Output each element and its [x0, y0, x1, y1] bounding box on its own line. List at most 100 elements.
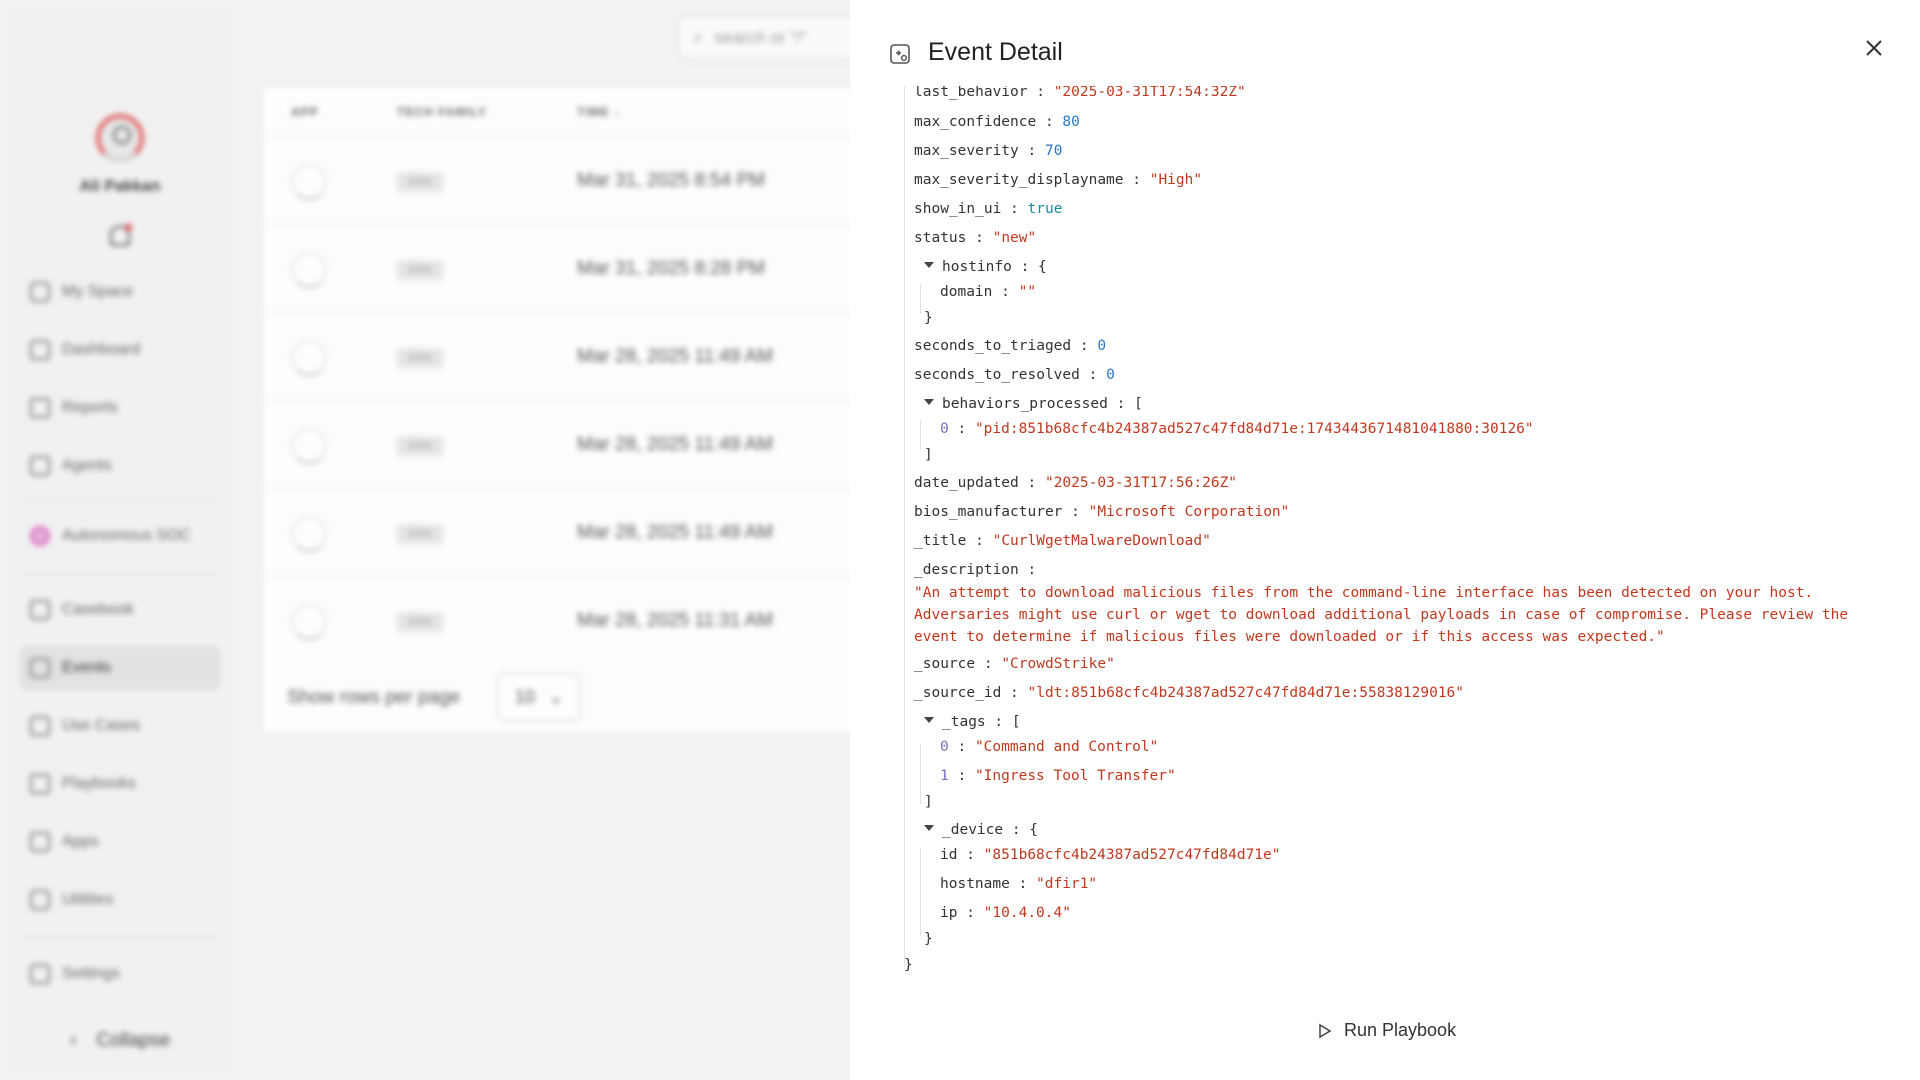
json-line-description-value: "An attempt to download malicious files … — [914, 585, 1849, 645]
json-line-source-id: _source_id : "ldt:851b68cfc4b24387ad527c… — [914, 685, 1465, 701]
chart-icon — [30, 398, 50, 418]
json-close-bracket: ] — [924, 794, 933, 810]
sidebar-divider — [20, 574, 220, 575]
tech-tag: EDR — [397, 348, 443, 368]
json-line-show-in-ui: show_in_ui : true — [914, 201, 1063, 217]
table-row[interactable]: EDR Mar 28, 2025 11:49 AM — [263, 313, 863, 402]
sidebar-item-label: Dashboard — [62, 341, 141, 358]
table-row[interactable]: EDR Mar 28, 2025 11:31 AM — [263, 577, 863, 666]
sidebar-item-label: Reports — [62, 399, 119, 416]
json-line-seconds-to-triaged: seconds_to_triaged : 0 — [914, 338, 1107, 354]
column-header-app[interactable]: APP — [291, 105, 319, 119]
json-line-tags-1: 1 : "Ingress Tool Transfer" — [940, 768, 1176, 784]
event-detail-drawer: Event Detail last_behavior : "2025-03-31… — [850, 0, 1920, 1080]
notification-dot — [125, 224, 132, 231]
app-icon — [291, 252, 327, 288]
user-icon — [113, 126, 131, 144]
json-line-hostinfo-domain: domain : "" — [940, 284, 1037, 300]
table-row[interactable]: EDR Mar 31, 2025 8:54 PM — [263, 137, 863, 226]
hourglass-icon — [30, 600, 50, 620]
json-toggle-behaviors-processed[interactable]: behaviors_processed : [ — [924, 396, 1143, 412]
drawer-header: Event Detail — [850, 0, 1920, 90]
json-toggle-hostinfo[interactable]: hostinfo : { — [924, 259, 1047, 275]
grid-icon — [30, 340, 50, 360]
eye-icon — [30, 526, 50, 546]
collapse-button[interactable]: ‹ Collapse — [70, 1030, 170, 1052]
row-time: Mar 28, 2025 11:31 AM — [577, 610, 774, 631]
inbox-icon — [30, 716, 50, 736]
sidebar-item-casebook[interactable]: Casebook — [20, 588, 220, 632]
json-line-max-severity: max_severity : 70 — [914, 143, 1063, 159]
sidebar-item-label: Utilities — [62, 891, 114, 908]
json-line-behaviors-processed-0: 0 : "pid:851b68cfc4b24387ad527c47fd84d71… — [940, 421, 1534, 437]
app-icon — [291, 428, 327, 464]
json-close-brace: } — [924, 931, 933, 947]
tech-tag: EDR — [397, 436, 443, 456]
avatar[interactable] — [96, 114, 144, 162]
app-icon — [291, 340, 327, 376]
sidebar-item-apps[interactable]: Apps — [20, 820, 220, 864]
column-header-time[interactable]: TIME ↓ — [577, 105, 621, 119]
tech-tag: EDR — [397, 612, 443, 632]
code-icon — [30, 832, 50, 852]
app-icon — [291, 516, 327, 552]
caret-down-icon — [924, 262, 934, 268]
json-line-date-updated: date_updated : "2025-03-31T17:56:26Z" — [914, 475, 1238, 491]
row-time: Mar 31, 2025 8:28 PM — [577, 258, 765, 279]
caret-down-icon — [924, 717, 934, 723]
sidebar-item-label: Autonomous SOC — [62, 527, 191, 544]
caret-down-icon — [924, 825, 934, 831]
json-guide-line — [920, 744, 921, 804]
json-toggle-device[interactable]: _device : { — [924, 822, 1038, 838]
table-row[interactable]: EDR Mar 28, 2025 11:49 AM — [263, 401, 863, 490]
rows-per-page-label: Show rows per page — [287, 687, 461, 708]
close-icon[interactable] — [1860, 34, 1888, 62]
json-line-max-confidence: max_confidence : 80 — [914, 114, 1080, 130]
event-detail-icon — [890, 44, 910, 64]
bell-icon[interactable] — [110, 224, 132, 246]
json-line-last-behavior: last_behavior : "2025-03-31T17:54:32Z" — [914, 86, 1246, 100]
column-header-tech-family[interactable]: TECH FAMILY — [397, 105, 487, 119]
run-playbook-button[interactable]: Run Playbook — [1318, 1020, 1456, 1041]
sidebar-item-my-space[interactable]: My Space — [20, 270, 220, 314]
json-viewer: last_behavior : "2025-03-31T17:54:32Z" m… — [890, 86, 1890, 986]
rows-per-page-select[interactable]: 10 ⌄ — [497, 673, 581, 721]
search-input[interactable]: ⌕ search or "/" — [678, 16, 858, 60]
gear-icon — [30, 964, 50, 984]
app-icon — [291, 604, 327, 640]
drawer-title: Event Detail — [928, 38, 1063, 66]
json-guide-line — [920, 420, 921, 450]
sidebar-item-settings[interactable]: Settings — [20, 952, 220, 996]
sidebar-item-agents[interactable]: Agents — [20, 444, 220, 488]
json-line-tags-0: 0 : "Command and Control" — [940, 739, 1159, 755]
json-line-device-hostname: hostname : "dfir1" — [940, 876, 1098, 892]
sidebar-item-playbooks[interactable]: Playbooks — [20, 762, 220, 806]
sidebar-item-autonomous-soc[interactable]: Autonomous SOC — [20, 514, 220, 558]
sidebar-item-utilities[interactable]: Utilities — [20, 878, 220, 922]
sidebar-item-events[interactable]: Events — [20, 646, 220, 690]
table-row[interactable]: EDR Mar 31, 2025 8:28 PM — [263, 225, 863, 314]
search-placeholder: search or "/" — [714, 28, 807, 47]
json-line-status: status : "new" — [914, 230, 1037, 246]
app-icon — [291, 164, 327, 200]
play-icon — [1319, 1023, 1332, 1038]
sidebar-item-label: Agents — [62, 457, 112, 474]
table-row[interactable]: EDR Mar 28, 2025 11:49 AM — [263, 489, 863, 578]
background-app: Ali Pakkan My Space Dashboard Reports Ag… — [0, 0, 864, 1080]
json-line-device-ip: ip : "10.4.0.4" — [940, 905, 1071, 921]
tech-tag: EDR — [397, 524, 443, 544]
collapse-label: Collapse — [96, 1030, 171, 1051]
sidebar-item-label: Settings — [62, 965, 120, 982]
events-table: APP TECH FAMILY TIME ↓ EDR Mar 31, 2025 8… — [262, 86, 864, 734]
sidebar-item-reports[interactable]: Reports — [20, 386, 220, 430]
home-icon — [30, 282, 50, 302]
sidebar-item-use-cases[interactable]: Use Cases — [20, 704, 220, 748]
sidebar-item-dashboard[interactable]: Dashboard — [20, 328, 220, 372]
json-toggle-tags[interactable]: _tags : [ — [924, 714, 1021, 730]
sidebar-item-label: Use Cases — [62, 717, 141, 734]
sidebar-item-label: Playbooks — [62, 775, 136, 792]
user-name: Ali Pakkan — [79, 178, 161, 195]
chevron-left-icon: ‹ — [70, 1030, 77, 1051]
wrench-icon — [30, 890, 50, 910]
json-close-brace-root: } — [904, 957, 913, 973]
